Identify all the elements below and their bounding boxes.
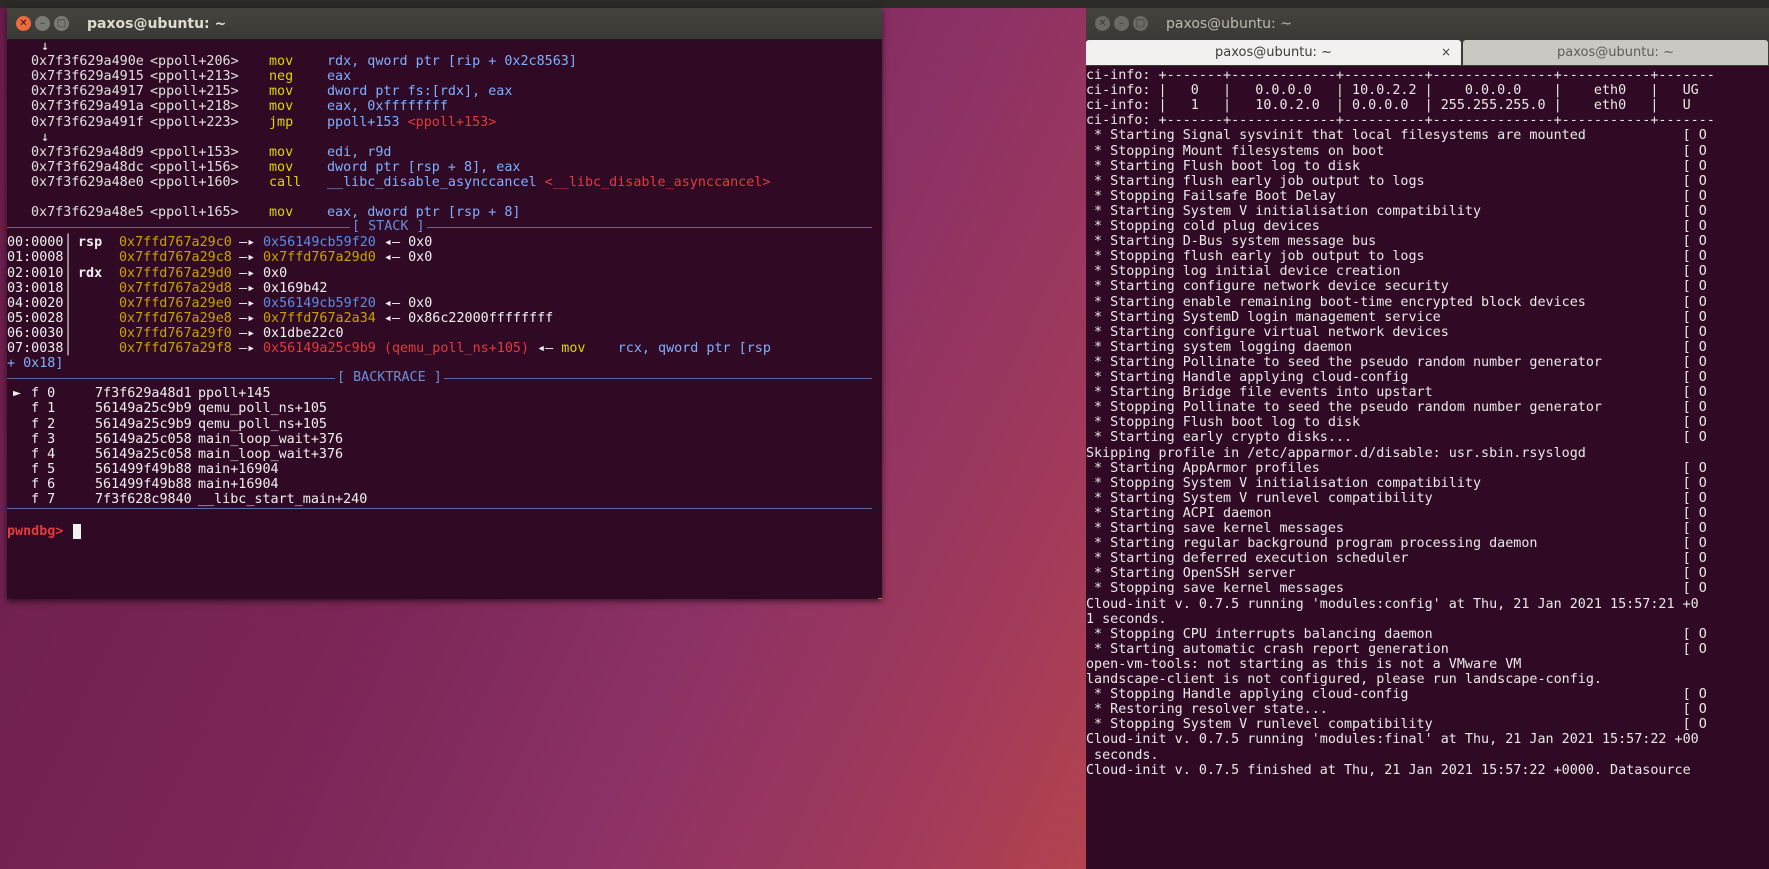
disasm-target: <__libc_disable_asynccancel> [536,174,771,190]
disasm-mnemonic: mov [269,205,294,221]
stack-value: mov rcx, qword ptr [rsp [561,341,771,356]
stack-divider: │ [64,341,73,356]
text-cursor[interactable] [73,524,81,540]
minimize-window-icon[interactable]: – [35,16,50,31]
minimize-window-icon[interactable]: – [1114,16,1129,31]
stack-mnemonic: mov [561,341,586,356]
tab-bar: paxos@ubuntu: ~ × paxos@ubuntu: ~ [1086,39,1769,66]
scrollbar-handle[interactable] [878,598,882,599]
backtrace-header: [ BACKTRACE ] [335,369,444,387]
window-title: paxos@ubuntu: ~ [87,15,227,32]
top-menu-bar [0,0,1769,8]
stack-chain: 0x7ffd767a29d0 ◂— 0x0 [263,250,433,266]
boot-log-terminal-window[interactable]: ✕ – □ paxos@ubuntu: ~ paxos@ubuntu: ~ × … [1086,8,1769,869]
stack-separator [7,227,872,229]
close-window-icon[interactable]: ✕ [1095,16,1110,31]
stack-value: 0x0 [408,295,433,311]
boot-log-line: Cloud-init v. 0.7.5 finished at Thu, 21 … [1086,762,1691,778]
maximize-window-icon[interactable]: □ [54,16,69,31]
frame-function: __libc_start_main+240 [198,492,368,507]
stack-value: 0x0 [408,250,433,266]
disasm-symbol: <ppoll+160> [150,174,239,190]
tab-terminal-2[interactable]: paxos@ubuntu: ~ [1463,40,1768,65]
chain-arrow-icon: ◂— [375,295,409,311]
title-bar[interactable]: ✕ – □ paxos@ubuntu: ~ [1086,8,1769,39]
frame-number: f 7 [31,492,56,507]
stack-address: 0x7ffd767a29f8 [119,341,232,356]
gdb-terminal-content[interactable]: ↓ 0x7f3f629a490e <ppoll+206> mov rdx, qword … [7,40,882,599]
disasm-address: 0x7f3f629a48e0 [31,174,144,190]
maximize-window-icon[interactable]: □ [1133,16,1148,31]
current-frame-marker-icon: ► [13,386,22,402]
disasm-operands: ppoll+153 <ppoll+153> [327,114,497,130]
pwndbg-prompt: pwndbg> [7,524,64,540]
tab-label: paxos@ubuntu: ~ [1215,45,1332,60]
chain-arrow-icon: —▸ [231,341,264,356]
disasm-mnemonic: call [269,174,302,190]
stack-register: rdx [78,265,103,281]
disasm-symbol: <ppoll+223> [150,114,239,130]
disasm-symbol: <ppoll+165> [150,205,239,221]
stack-value: 0x0 [408,235,433,251]
frame-address: 7f3f628c9840 [95,492,192,507]
tab-close-icon[interactable]: × [1441,45,1451,59]
tab-terminal-1[interactable]: paxos@ubuntu: ~ × [1086,40,1461,65]
disasm-mnemonic: jmp [269,114,294,130]
chain-arrow-icon: ◂— [375,235,409,251]
chain-arrow-icon: ◂— [529,341,562,356]
disasm-target: <ppoll+153> [399,114,497,130]
boot-log-content[interactable]: ci-info: +-------+-------------+--------… [1086,66,1769,869]
stack-header: [ STACK ] [350,218,427,236]
chain-arrow-icon: ◂— [375,250,409,266]
prompt-separator [7,508,872,510]
window-title: paxos@ubuntu: ~ [1166,15,1292,32]
tab-label: paxos@ubuntu: ~ [1557,45,1674,60]
disasm-operands: __libc_disable_asynccancel <__libc_disab… [327,174,771,190]
disasm-operands: rdx, qword ptr [rip + 0x2c8563] [327,54,577,70]
boot-log-line: Cloud-init v. 0.7.5 running 'modules:con… [1086,596,1699,612]
stack-register: rsp [78,235,103,251]
title-bar[interactable]: ✕ – □ paxos@ubuntu: ~ [7,8,882,40]
disasm-address: 0x7f3f629a48e5 [31,205,144,221]
gdb-terminal-window[interactable]: ✕ – □ paxos@ubuntu: ~ ↓ 0x7f3f629a490e <pp… [7,8,882,599]
stack-chain: 0x56149a25c9b9 (qemu_poll_ns+105) ◂— mov… [263,341,771,356]
chain-arrow-icon: ◂— [375,310,409,326]
stack-value: 0x86c22000ffffffff [408,310,554,326]
stack-operands-continued: + 0x18] [7,356,64,372]
boot-log-line: Cloud-init v. 0.7.5 running 'modules:fin… [1086,732,1699,748]
stack-operands: rcx, qword ptr [rsp [585,341,771,356]
close-window-icon[interactable]: ✕ [16,16,31,31]
